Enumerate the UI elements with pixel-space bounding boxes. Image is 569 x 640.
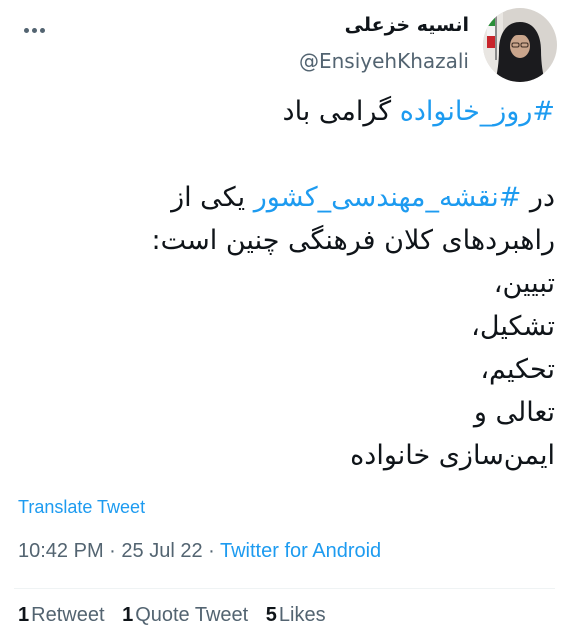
more-options-button[interactable] — [12, 12, 56, 48]
tweet-line: تبیین، — [493, 268, 555, 299]
meta-separator: · — [202, 540, 220, 562]
tweet-line: #روز_خانواده گرامی باد — [15, 90, 555, 133]
author-info: انسیه خزعلی @EnsiyehKhazali — [299, 8, 469, 78]
likes-stat[interactable]: 5 Likes — [266, 604, 326, 626]
hashtag-link[interactable]: #نقشه_مهندسی_کشور — [254, 182, 522, 213]
tweet-line: تشکیل، — [471, 311, 555, 342]
likes-label: Likes — [278, 604, 326, 626]
tweet-line: در #نقشه_مهندسی_کشور یکی از — [15, 176, 555, 219]
retweets-count: 1 — [18, 604, 30, 626]
tweet-stats: 1 Retweet 1 Quote Tweet 5 Likes — [18, 604, 338, 627]
quote-tweets-label: Quote Tweet — [135, 604, 249, 626]
author-handle[interactable]: @EnsiyehKhazali — [299, 44, 469, 78]
quote-tweets-count: 1 — [122, 604, 134, 626]
retweets-stat[interactable]: 1 Retweet — [18, 604, 105, 626]
divider — [14, 588, 555, 589]
tweet-line: راهبردهای کلان فرهنگی چنین است: — [151, 225, 555, 256]
more-dot-icon — [23, 27, 29, 33]
avatar-image — [483, 8, 557, 82]
tweet-text-fragment: یکی از — [171, 182, 254, 213]
tweet-text-fragment: گرامی باد — [282, 96, 400, 127]
translate-tweet-link[interactable]: Translate Tweet — [18, 497, 145, 518]
tweet-text-fragment: در — [521, 182, 555, 213]
hashtag-link[interactable]: #روز_خانواده — [400, 96, 555, 127]
tweet-header: انسیه خزعلی @EnsiyehKhazali — [0, 0, 569, 92]
likes-count: 5 — [265, 604, 277, 626]
tweet-text: #روز_خانواده گرامی باد در #نقشه_مهندسی_ک… — [15, 90, 555, 477]
tweet-line: تحکیم، — [480, 354, 555, 385]
tweet-line: تعالی و — [473, 397, 555, 428]
tweet-time[interactable]: 10:42 PM — [18, 540, 104, 562]
more-dot-icon — [31, 27, 37, 33]
author-display-name[interactable]: انسیه خزعلی — [299, 8, 469, 42]
retweets-label: Retweet — [31, 604, 105, 626]
quote-tweets-stat[interactable]: 1 Quote Tweet — [122, 604, 248, 626]
more-dot-icon — [39, 27, 45, 33]
avatar[interactable] — [483, 8, 557, 82]
tweet-date[interactable]: 25 Jul 22 — [121, 540, 202, 562]
tweet-metadata: 10:42 PM · 25 Jul 22 · Twitter for Andro… — [18, 540, 381, 563]
tweet-source-link[interactable]: Twitter for Android — [220, 540, 381, 562]
tweet-line: ایمن‌سازی خانواده — [350, 440, 555, 471]
meta-separator: · — [103, 540, 122, 562]
